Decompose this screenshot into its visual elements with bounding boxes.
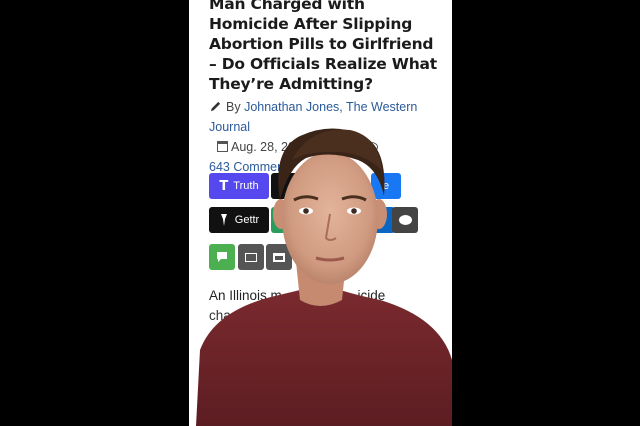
chat-bubble-icon [398, 215, 412, 225]
body-line-2: cha [209, 308, 231, 323]
pen-icon [210, 101, 221, 112]
share-gettr-label: Gettr [234, 214, 260, 226]
article-body: An Illinois m icide cha [209, 286, 444, 326]
share-truth-label: Truth [233, 180, 259, 192]
share-gettr-button[interactable]: Gettr [209, 207, 269, 233]
article-headline: Man Charged with Homicide After Slipping… [209, 0, 437, 93]
article-date: Aug. 28, 2025 7:00 am [231, 140, 358, 154]
share-email-button[interactable] [238, 244, 264, 270]
share-linkedin-label: n [378, 214, 386, 226]
truth-social-icon: T [219, 178, 229, 194]
share-facebook-label: e [382, 180, 390, 192]
print-button[interactable] [266, 244, 292, 270]
email-icon [245, 252, 257, 262]
comments-link[interactable]: 643 Comments [209, 160, 294, 174]
print-icon [273, 252, 285, 262]
gettr-icon [220, 214, 227, 226]
share-truth-button[interactable]: T Truth [209, 173, 269, 199]
body-line-1-end: icide [357, 288, 386, 303]
share-sms-button[interactable] [209, 244, 235, 270]
sms-icon [217, 252, 227, 262]
by-label: By [226, 100, 241, 114]
author-link[interactable]: Johnathan Jones, The Western Journal [209, 100, 417, 134]
article-byline: By Johnathan Jones, The Western Journal … [209, 97, 444, 177]
share-chat-button[interactable] [392, 207, 418, 233]
body-line-1: An Illinois m [209, 288, 282, 303]
article-page: Man Charged with Homicide After Slipping… [189, 0, 452, 426]
share-x-button[interactable] [271, 173, 299, 199]
share-green-button[interactable] [271, 207, 299, 233]
share-facebook-button[interactable]: e [371, 173, 401, 199]
comment-icon [365, 142, 379, 152]
calendar-icon [217, 141, 228, 152]
